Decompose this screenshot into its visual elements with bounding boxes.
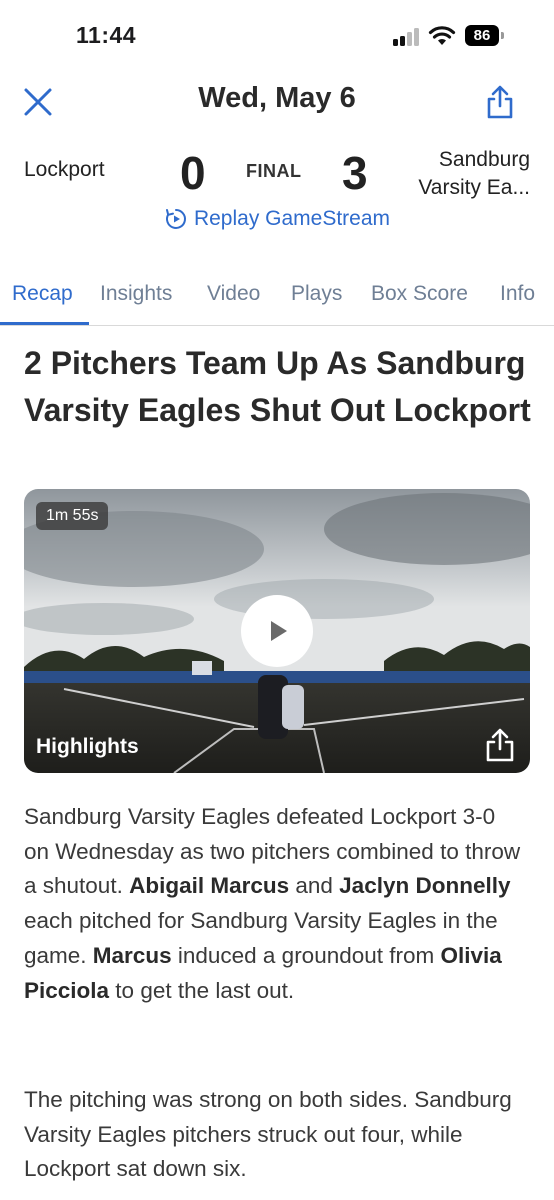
player-link[interactable]: Jaclyn Donnelly — [339, 873, 510, 898]
page-title: Wed, May 6 — [198, 82, 356, 114]
battery-level: 86 — [465, 25, 499, 46]
tab-box-score[interactable]: Box Score — [371, 282, 468, 306]
video-duration: 1m 55s — [36, 502, 109, 530]
tab-bar: Recap Insights Video Plays Box Score Inf… — [0, 276, 554, 326]
video-share-icon[interactable] — [483, 727, 517, 763]
wifi-icon — [428, 26, 456, 45]
player-link[interactable]: Abigail Marcus — [129, 873, 289, 898]
player-link[interactable]: Marcus — [93, 943, 172, 968]
play-icon — [271, 621, 287, 641]
active-tab-indicator — [0, 322, 89, 325]
tab-info[interactable]: Info — [500, 282, 535, 306]
replay-label: Replay GameStream — [193, 207, 391, 230]
away-team-score: 3 — [342, 147, 368, 199]
battery-icon: 86 — [465, 25, 505, 46]
article-headline: 2 Pitchers Team Up As Sandburg Varsity E… — [24, 345, 531, 428]
video-title: Highlights — [36, 735, 139, 758]
home-team-score: 0 — [180, 147, 206, 199]
tab-recap[interactable]: Recap — [12, 282, 73, 306]
play-button[interactable] — [241, 595, 313, 667]
tab-insights[interactable]: Insights — [100, 282, 172, 306]
article-paragraph-2: The pitching was strong on both sides. S… — [24, 1087, 512, 1182]
tab-video[interactable]: Video — [207, 282, 260, 306]
article-paragraph-1: Sandburg Varsity Eagles defeated Lockpor… — [24, 804, 521, 1003]
tab-plays[interactable]: Plays — [291, 282, 342, 306]
status-bar: 11:44 86 — [0, 0, 554, 70]
away-team-name[interactable]: Sandburg Varsity Ea... — [380, 146, 530, 202]
replay-icon — [165, 209, 186, 229]
share-button[interactable] — [480, 80, 520, 124]
replay-gamestream-link[interactable]: Replay GameStream — [0, 207, 554, 231]
game-status: FINAL — [246, 161, 302, 181]
share-icon — [487, 85, 513, 119]
signal-icon — [393, 28, 421, 46]
highlights-video[interactable]: 1m 55s Highlights — [24, 489, 530, 773]
status-time: 11:44 — [76, 22, 137, 48]
home-team-name[interactable]: Lockport — [24, 158, 105, 182]
